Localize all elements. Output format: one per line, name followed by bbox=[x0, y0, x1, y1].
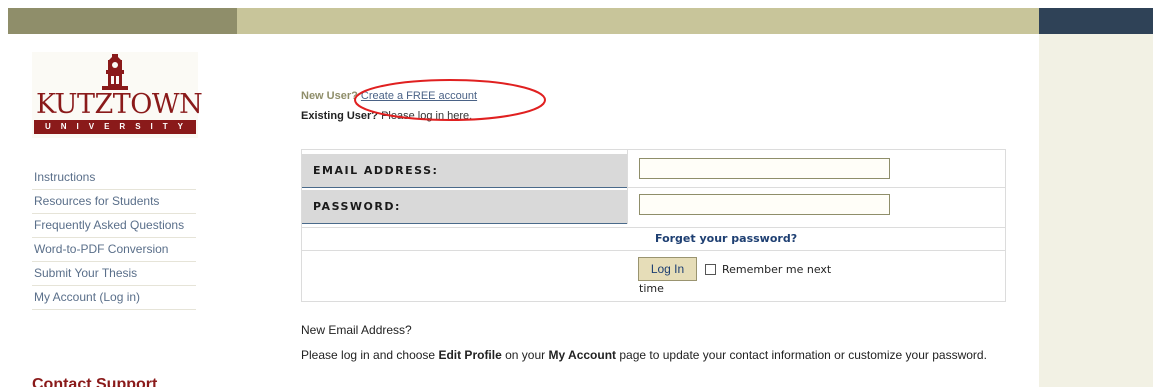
forgot-password-link[interactable]: Forget your password? bbox=[655, 232, 797, 245]
sidebar-item-instructions[interactable]: Instructions bbox=[32, 166, 196, 190]
right-column bbox=[1039, 34, 1153, 387]
logo-subword: UNIVERSITY bbox=[34, 120, 196, 134]
row-divider bbox=[627, 187, 1006, 188]
new-email-text-part: page to update your contact information … bbox=[616, 348, 987, 362]
university-logo[interactable]: KUTZTOWN UNIVERSITY bbox=[32, 52, 203, 138]
annotation-ellipse bbox=[354, 79, 546, 121]
login-button[interactable]: Log In bbox=[638, 257, 697, 281]
banner-left bbox=[8, 8, 237, 34]
email-field[interactable] bbox=[639, 158, 890, 179]
new-email-text-part: on your bbox=[501, 348, 549, 362]
remember-me-label-wrap: time bbox=[639, 282, 664, 295]
row-divider bbox=[302, 227, 1006, 228]
clock-tower-icon bbox=[102, 54, 128, 90]
remember-me-label: Remember me next bbox=[722, 263, 832, 276]
logo-wordmark: KUTZTOWN bbox=[36, 89, 203, 120]
sidebar-item-faq[interactable]: Frequently Asked Questions bbox=[32, 214, 196, 238]
email-label: EMAIL ADDRESS: bbox=[302, 154, 627, 188]
contact-support-heading[interactable]: Contact Support bbox=[32, 376, 157, 387]
password-label: PASSWORD: bbox=[302, 190, 627, 224]
sidebar-item-my-account[interactable]: My Account (Log in) bbox=[32, 286, 196, 310]
banner-right bbox=[1039, 8, 1153, 34]
sidebar-item-word-to-pdf[interactable]: Word-to-PDF Conversion bbox=[32, 238, 196, 262]
remember-me-checkbox[interactable] bbox=[705, 264, 716, 275]
login-form: EMAIL ADDRESS: PASSWORD: Forget your pas… bbox=[301, 149, 1006, 302]
edit-profile-text: Edit Profile bbox=[438, 348, 502, 362]
new-user-label: New User? bbox=[301, 90, 358, 102]
password-field[interactable] bbox=[639, 194, 890, 215]
my-account-text: My Account bbox=[548, 348, 617, 362]
row-divider bbox=[302, 250, 1006, 251]
new-email-heading: New Email Address? bbox=[301, 323, 412, 337]
sidebar-item-resources[interactable]: Resources for Students bbox=[32, 190, 196, 214]
banner-middle bbox=[237, 8, 1039, 34]
new-email-text-part: Please log in and choose bbox=[301, 348, 439, 362]
sidebar-item-submit-thesis[interactable]: Submit Your Thesis bbox=[32, 262, 196, 286]
new-email-text: Please log in and choose Edit Profile on… bbox=[301, 347, 1001, 364]
sidebar-nav: Instructions Resources for Students Freq… bbox=[32, 166, 196, 310]
